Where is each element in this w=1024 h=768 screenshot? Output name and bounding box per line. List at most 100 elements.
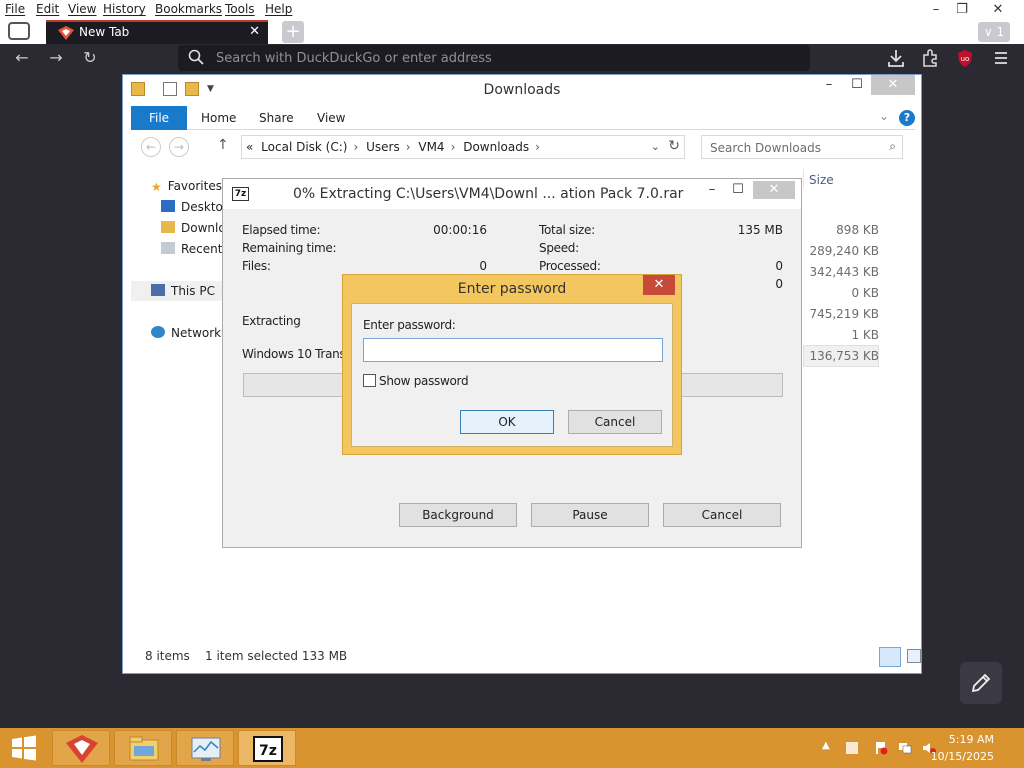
menu-tools[interactable]: Tools bbox=[225, 2, 255, 16]
tab-list-button[interactable]: ∨ 1 bbox=[978, 22, 1010, 42]
password-dialog: Enter password ✕ Enter password: Show pa… bbox=[342, 274, 682, 455]
breadcrumb-downloads[interactable]: Downloads bbox=[463, 140, 529, 154]
clock-time[interactable]: 5:19 AM bbox=[949, 733, 994, 746]
url-bar[interactable]: Search with DuckDuckGo or enter address bbox=[178, 45, 810, 71]
pause-button[interactable]: Pause bbox=[531, 503, 649, 527]
extract-dialog-titlebar: 7z 0% Extracting C:\Users\VM4\Downl ... … bbox=[223, 179, 801, 209]
password-label: Enter password: bbox=[363, 318, 456, 332]
tab-overview-icon[interactable] bbox=[8, 22, 30, 40]
breadcrumb-overflow[interactable]: « bbox=[246, 140, 253, 154]
extract-minimize-button[interactable]: – bbox=[701, 181, 723, 199]
extract-cancel-button[interactable]: Cancel bbox=[663, 503, 781, 527]
extensions-icon[interactable] bbox=[919, 47, 941, 69]
ribbon-expand-icon[interactable]: ⌄ bbox=[879, 109, 889, 123]
breadcrumb-vm4[interactable]: VM4 bbox=[418, 140, 444, 154]
breadcrumb-local-disk[interactable]: Local Disk (C:) bbox=[261, 140, 347, 154]
elapsed-value: 00:00:16 bbox=[433, 223, 487, 237]
windows-start-icon[interactable] bbox=[10, 735, 38, 761]
password-dialog-title: Enter password bbox=[457, 281, 567, 297]
column-divider bbox=[803, 169, 804, 189]
ribbon: File Home Share View ⌄ ? bbox=[131, 106, 915, 130]
tab-new-tab[interactable]: New Tab ✕ bbox=[46, 20, 268, 44]
new-tab-button[interactable]: + bbox=[282, 21, 304, 43]
extract-maximize-button[interactable]: ☐ bbox=[727, 181, 749, 199]
pencil-icon bbox=[971, 673, 991, 693]
password-dialog-body: Enter password: Show password OK Cancel bbox=[351, 303, 673, 447]
extract-dialog-title: 0% Extracting C:\Users\VM4\Downl ... ati… bbox=[293, 186, 684, 202]
forward-button[interactable]: → bbox=[45, 48, 67, 68]
extract-close-button[interactable]: ✕ bbox=[753, 181, 795, 199]
7zip-icon: 7z bbox=[232, 187, 249, 201]
flag-error-icon[interactable] bbox=[874, 741, 888, 755]
clock-date[interactable]: 10/15/2025 bbox=[931, 750, 994, 763]
file-explorer-icon bbox=[129, 736, 159, 761]
browser-restore-button[interactable]: ❐ bbox=[946, 0, 978, 20]
ublock-icon[interactable]: uo bbox=[954, 47, 976, 69]
menu-history[interactable]: History bbox=[103, 2, 146, 16]
menu-help[interactable]: Help bbox=[265, 2, 292, 16]
back-button[interactable]: ← bbox=[11, 48, 33, 68]
password-cancel-button[interactable]: Cancel bbox=[568, 410, 662, 434]
ribbon-tab-home[interactable]: Home bbox=[201, 111, 236, 125]
ok-button[interactable]: OK bbox=[460, 410, 554, 434]
nav-favorites-label: Favorites bbox=[167, 179, 222, 193]
up-arrow-icon[interactable]: ↑ bbox=[217, 137, 229, 153]
download-icon[interactable] bbox=[885, 47, 907, 69]
files-label: Files: bbox=[242, 259, 271, 273]
menu-bookmarks[interactable]: Bookmarks bbox=[155, 2, 222, 16]
explorer-title: Downloads bbox=[483, 82, 561, 98]
tab-close-icon[interactable]: ✕ bbox=[249, 24, 260, 39]
search-placeholder: Search Downloads bbox=[710, 141, 821, 155]
explorer-close-button[interactable]: ✕ bbox=[871, 75, 915, 95]
show-password-checkbox[interactable] bbox=[363, 374, 376, 387]
address-bar[interactable]: « Local Disk (C:) › Users › VM4 › Downloads… bbox=[241, 135, 685, 159]
edit-button[interactable] bbox=[960, 662, 1002, 704]
background-button[interactable]: Background bbox=[399, 503, 517, 527]
menu-view[interactable]: View bbox=[68, 2, 96, 16]
menu-file[interactable]: File bbox=[5, 2, 25, 16]
nav-downloads-label: Downlo bbox=[181, 221, 226, 235]
tab-title: New Tab bbox=[79, 25, 130, 39]
password-input[interactable] bbox=[363, 338, 663, 362]
explorer-minimize-button[interactable]: – bbox=[817, 75, 841, 95]
hamburger-menu-icon[interactable] bbox=[990, 47, 1012, 69]
breadcrumb-users[interactable]: Users bbox=[366, 140, 400, 154]
nav-favorites[interactable]: ★ Favorites bbox=[151, 179, 222, 194]
ribbon-tab-view[interactable]: View bbox=[317, 111, 345, 125]
browser-close-button[interactable]: ✕ bbox=[982, 0, 1014, 20]
taskbar-task-manager[interactable] bbox=[176, 730, 234, 766]
details-view-icon[interactable] bbox=[879, 647, 901, 667]
firefox-icon bbox=[66, 735, 98, 763]
search-downloads-input[interactable]: Search Downloads ⌕ bbox=[701, 135, 903, 159]
item-count: 8 items bbox=[145, 649, 190, 663]
nav-network[interactable]: Network bbox=[151, 326, 221, 340]
refresh-icon[interactable]: ↻ bbox=[668, 138, 680, 154]
password-close-button[interactable]: ✕ bbox=[643, 275, 675, 295]
taskbar-firefox[interactable] bbox=[52, 730, 110, 766]
explorer-forward-button[interactable]: → bbox=[169, 137, 189, 157]
desktop-icon bbox=[161, 200, 175, 212]
nav-downloads[interactable]: Downlo bbox=[161, 221, 226, 235]
remaining-label: Remaining time: bbox=[242, 241, 337, 255]
explorer-maximize-button[interactable]: ☐ bbox=[845, 75, 869, 95]
ribbon-tab-file[interactable]: File bbox=[131, 106, 187, 130]
show-password-label[interactable]: Show password bbox=[379, 374, 469, 388]
ribbon-tab-share[interactable]: Share bbox=[259, 111, 294, 125]
reload-button[interactable]: ↻ bbox=[79, 48, 101, 68]
large-icons-view-icon[interactable] bbox=[907, 649, 921, 663]
explorer-back-button[interactable]: ← bbox=[141, 137, 161, 157]
action-center-icon[interactable] bbox=[845, 741, 859, 755]
menu-edit[interactable]: Edit bbox=[36, 2, 59, 16]
help-icon[interactable]: ? bbox=[899, 110, 915, 126]
explorer-titlebar: ▼ Downloads – ☐ ✕ bbox=[123, 75, 921, 105]
nav-this-pc[interactable]: This PC bbox=[151, 284, 215, 298]
url-placeholder: Search with DuckDuckGo or enter address bbox=[216, 51, 492, 66]
taskbar-file-explorer[interactable] bbox=[114, 730, 172, 766]
nav-desktop[interactable]: Desktop bbox=[161, 200, 231, 214]
column-header-size[interactable]: Size bbox=[809, 173, 834, 187]
show-hidden-icons-icon[interactable]: ▲ bbox=[822, 740, 830, 751]
network-status-icon[interactable] bbox=[898, 741, 912, 755]
taskbar-7zip[interactable]: 7z bbox=[238, 730, 296, 766]
status-bar: 8 items 1 item selected 133 MB bbox=[131, 647, 921, 669]
address-dropdown-icon[interactable]: ⌄ bbox=[651, 140, 660, 153]
